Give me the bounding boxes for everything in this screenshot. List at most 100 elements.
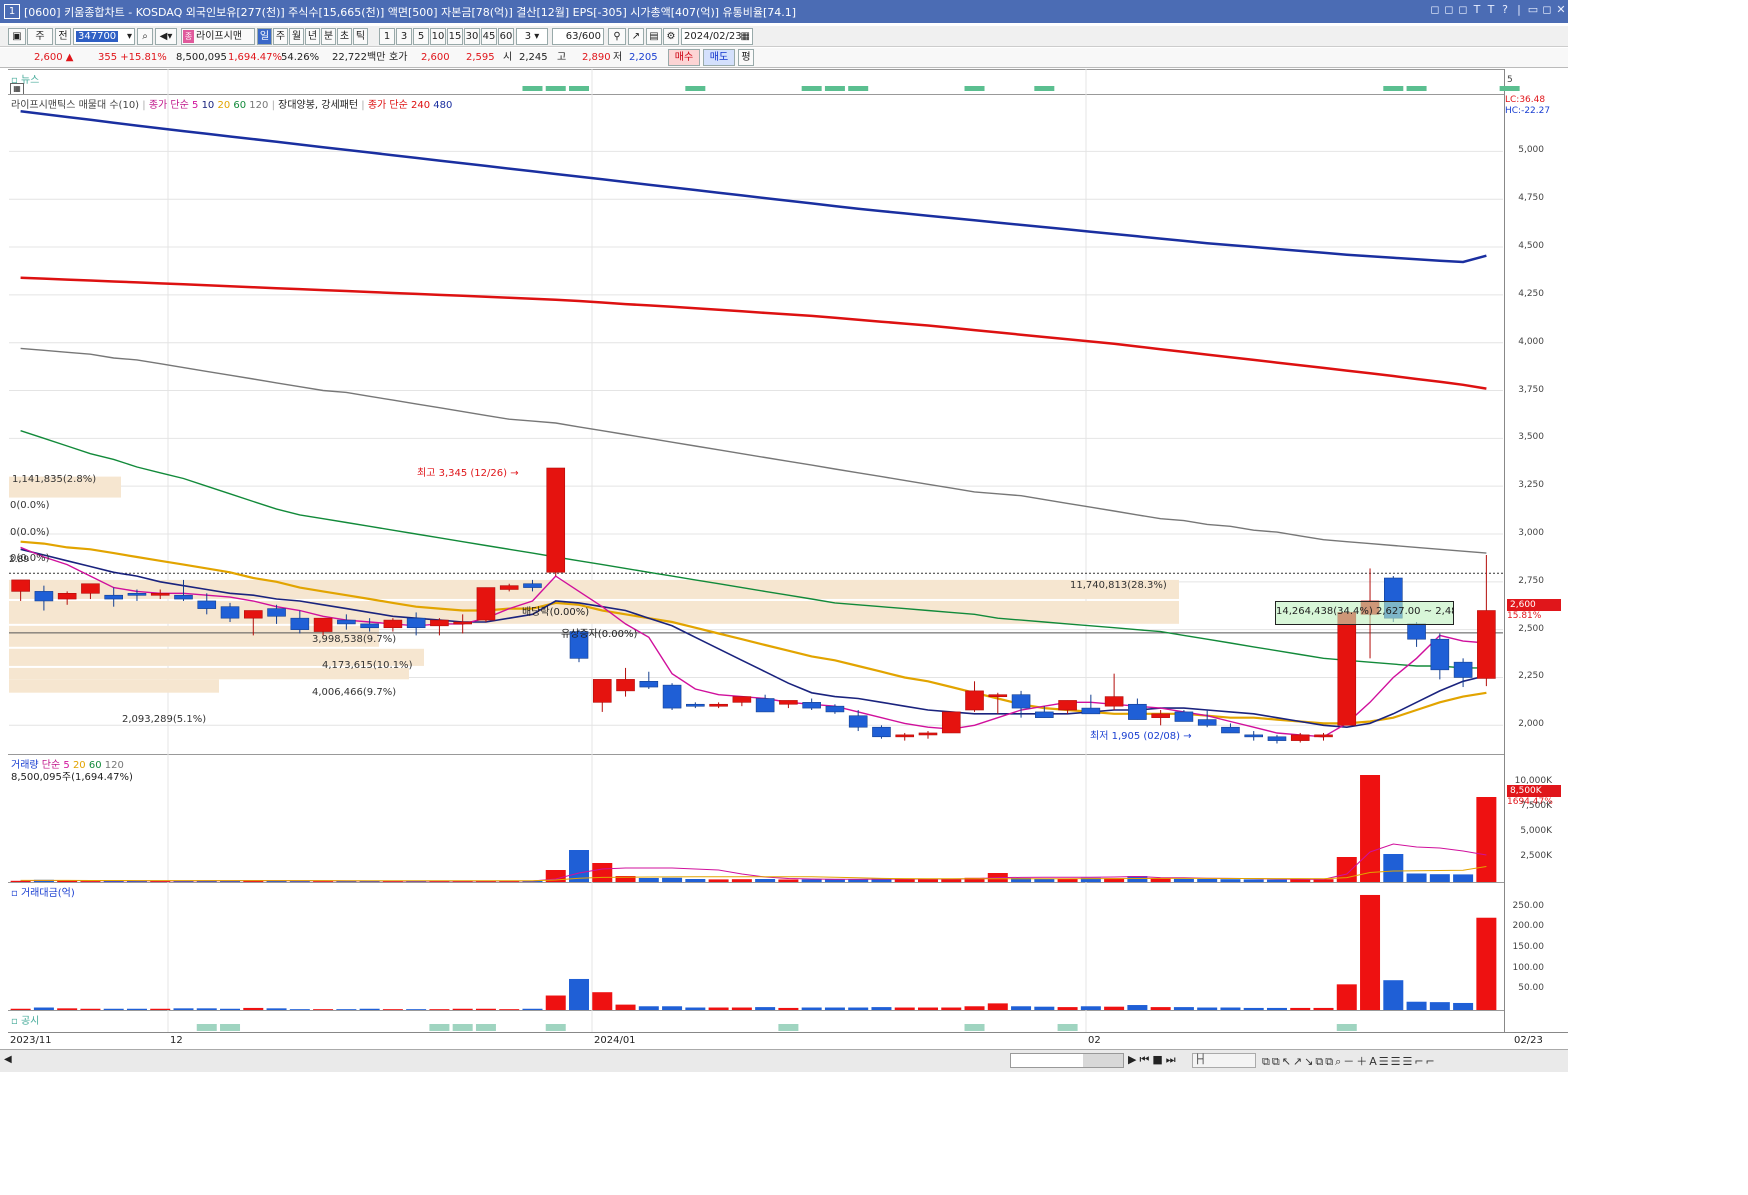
volume-profile-label: 2,093,289(5.1%) (122, 714, 207, 725)
candle-body (127, 593, 147, 596)
news-marker (801, 86, 822, 91)
amount-bar (662, 1006, 683, 1010)
news-marker (522, 86, 543, 91)
annotation-high-text: 최고 3,345 (12/26) (417, 468, 508, 479)
candle-body (174, 594, 193, 600)
candle-body (1453, 661, 1473, 678)
amount-tick-label: 50.00 (1518, 983, 1544, 994)
price-tick-label: 3,000 (1518, 528, 1544, 538)
candle-body (1104, 696, 1124, 707)
amount-bar (266, 1008, 287, 1010)
volume-bar (708, 879, 729, 882)
volume-bar (1383, 854, 1404, 882)
candle-body (313, 617, 333, 632)
speed-slider[interactable]: ├┤ (1192, 1053, 1256, 1068)
amount-bar (313, 1009, 334, 1010)
volume-profile-label: 4,006,466(9.7%) (312, 687, 397, 698)
disclosure-marker (452, 1024, 473, 1031)
volume-tick-label: 5,000K (1520, 826, 1552, 836)
volume-bar (731, 879, 752, 882)
candle-body (918, 732, 938, 736)
volume-bar (592, 863, 613, 882)
volume-bar (917, 879, 938, 882)
amount-bar (1173, 1007, 1194, 1010)
price-tick-label: 3,750 (1518, 384, 1544, 395)
amount-bar (987, 1003, 1008, 1010)
disclosure-marker (475, 1024, 496, 1031)
price-tick-label: 3,500 (1518, 432, 1544, 443)
news-marker (1034, 86, 1055, 91)
disclosure-marker (220, 1024, 241, 1031)
candle-body (988, 694, 1008, 697)
amount-bar (10, 1008, 31, 1010)
amount-tick-label: 250.00 (1512, 900, 1545, 911)
volume-profile-label: 1,141,835(2.8%) (12, 474, 97, 485)
amount-bar (220, 1008, 241, 1010)
amount-bar (33, 1007, 54, 1010)
candle-body (1290, 734, 1310, 741)
amount-bar (1034, 1006, 1055, 1010)
amount-bar (336, 1009, 357, 1010)
candle-body (81, 583, 100, 594)
amount-bar (289, 1009, 310, 1010)
candle-body (546, 467, 566, 573)
volume-bar (778, 879, 799, 882)
candle-body (1314, 734, 1333, 738)
amount-bar (475, 1008, 496, 1010)
amount-bar (522, 1008, 543, 1010)
annotation-rights: 유상증자(0.00%) (561, 629, 638, 640)
drawing-tools[interactable]: ⧉⧉↖↗↘⧉⧉⌕－＋A☰☰☰⌐⌐ (1262, 1053, 1437, 1069)
disclosure-marker (429, 1024, 450, 1031)
amount-bar (871, 1007, 892, 1010)
amount-bar (150, 1008, 171, 1010)
amount-bar (1243, 1007, 1264, 1010)
volume-ma20-line (20, 866, 1487, 882)
candle-body (11, 579, 30, 592)
candle-body (755, 698, 775, 713)
price-tick-label: 4,250 (1518, 288, 1544, 299)
playback-controls[interactable]: ▶⏮■⏭ (1128, 1053, 1179, 1067)
news-marker (848, 86, 869, 91)
candle-body (1244, 734, 1264, 738)
volume-bar (685, 879, 706, 882)
amount-bar (1011, 1006, 1032, 1010)
candle-body (430, 619, 449, 627)
volume-bar (289, 881, 310, 882)
volume-profile-label: 0(0.0%) (10, 527, 50, 538)
volume-bar (1173, 878, 1194, 882)
scrollbar-track[interactable] (1010, 1053, 1124, 1068)
volume-bar (1243, 879, 1264, 882)
amount-bar (1104, 1006, 1125, 1010)
candle-body (1407, 623, 1426, 640)
candle-body (872, 726, 891, 738)
candle-body (1011, 694, 1031, 709)
amount-bar (894, 1007, 915, 1010)
amount-bar (545, 995, 566, 1010)
scroll-left-icon[interactable]: ◀ (4, 1054, 12, 1065)
candle-body (1337, 612, 1357, 726)
amount-bar (615, 1004, 636, 1010)
news-marker (824, 86, 845, 91)
amount-bar (243, 1007, 264, 1010)
volume-bar (1197, 879, 1218, 882)
disclosure-marker (778, 1024, 799, 1031)
amount-bar (708, 1007, 729, 1010)
candle-body (1035, 711, 1054, 718)
candle-body (709, 703, 728, 707)
volume-bar (1150, 878, 1171, 882)
volume-bar (1220, 879, 1241, 882)
volume-profile-band (9, 679, 219, 693)
scrollbar-thumb[interactable] (1083, 1054, 1123, 1067)
candle-body (1430, 638, 1450, 671)
volume-bar (1429, 874, 1450, 882)
amount-bar (1406, 1001, 1427, 1010)
candle-body (360, 623, 379, 629)
disclosure-marker (545, 1024, 566, 1031)
annotation-high: 최고 3,345 (12/26) → (417, 468, 519, 479)
volume-tick-label: 7,500K (1520, 801, 1552, 811)
candle-body (686, 703, 705, 707)
amount-bar (1057, 1007, 1078, 1010)
amount-tick-label: 150.00 (1512, 941, 1545, 952)
candle-body (104, 594, 123, 600)
news-marker (1499, 86, 1520, 91)
